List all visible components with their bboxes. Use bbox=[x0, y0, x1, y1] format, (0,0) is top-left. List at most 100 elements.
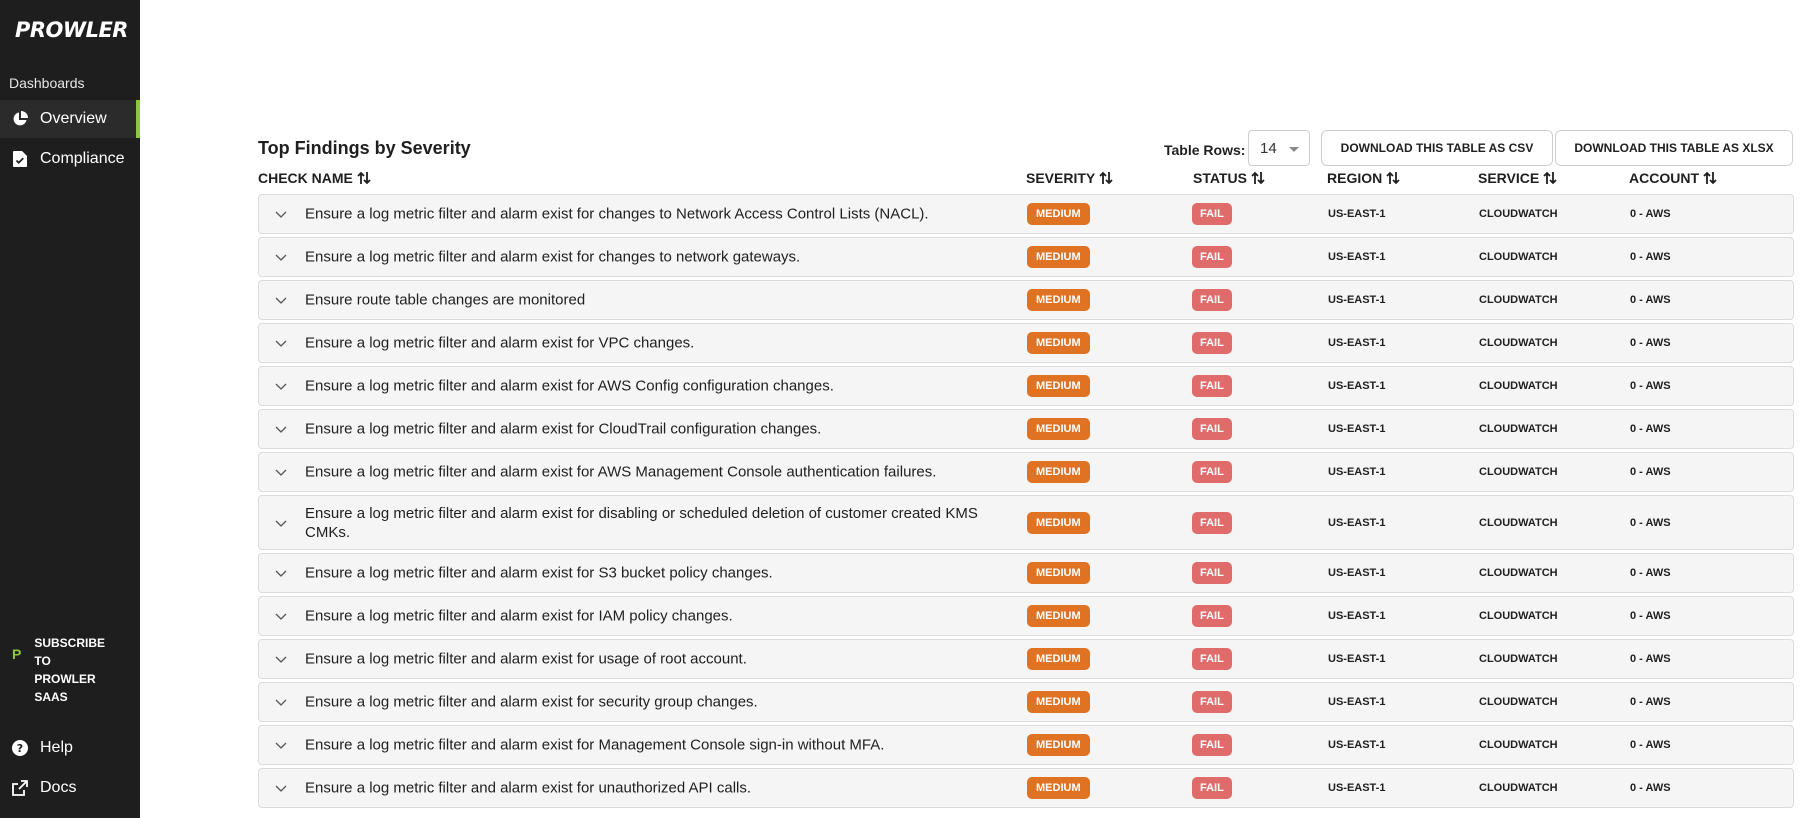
account-cell: 0 - AWS bbox=[1630, 516, 1671, 529]
column-header-region[interactable]: REGION bbox=[1327, 170, 1400, 186]
caret-down-icon bbox=[1289, 147, 1299, 152]
status-badge: FAIL bbox=[1192, 418, 1232, 440]
table-row[interactable]: Ensure route table changes are monitored… bbox=[258, 280, 1794, 320]
findings-table-body: Ensure a log metric filter and alarm exi… bbox=[258, 194, 1794, 811]
region-cell: US-EAST-1 bbox=[1328, 294, 1386, 306]
account-cell: 0 - AWS bbox=[1630, 782, 1671, 794]
sort-icon bbox=[1251, 171, 1265, 185]
region-cell: US-EAST-1 bbox=[1328, 380, 1386, 392]
region-cell: US-EAST-1 bbox=[1328, 208, 1386, 220]
subscribe-saas-link[interactable]: P SUBSCRIBE TO PROWLER SAAS bbox=[12, 634, 124, 706]
chevron-down-icon[interactable] bbox=[275, 423, 287, 435]
page-title: Top Findings by Severity bbox=[258, 138, 471, 158]
table-row[interactable]: Ensure a log metric filter and alarm exi… bbox=[258, 452, 1794, 492]
check-name: Ensure a log metric filter and alarm exi… bbox=[305, 779, 752, 797]
service-cell: CLOUDWATCH bbox=[1479, 380, 1558, 392]
table-row[interactable]: Ensure a log metric filter and alarm exi… bbox=[258, 725, 1794, 765]
table-row[interactable]: Ensure a log metric filter and alarm exi… bbox=[258, 682, 1794, 722]
table-row[interactable]: Ensure a log metric filter and alarm exi… bbox=[258, 768, 1794, 808]
service-cell: CLOUDWATCH bbox=[1479, 696, 1558, 708]
severity-badge: MEDIUM bbox=[1027, 734, 1090, 756]
account-cell: 0 - AWS bbox=[1630, 294, 1671, 306]
column-header-service[interactable]: SERVICE bbox=[1478, 170, 1557, 186]
service-cell: CLOUDWATCH bbox=[1479, 337, 1558, 349]
check-name: Ensure a log metric filter and alarm exi… bbox=[305, 334, 695, 352]
check-name: Ensure a log metric filter and alarm exi… bbox=[305, 420, 822, 438]
check-name: Ensure route table changes are monitored bbox=[305, 291, 586, 309]
region-cell: US-EAST-1 bbox=[1328, 516, 1386, 529]
chevron-down-icon[interactable] bbox=[275, 466, 287, 478]
severity-badge: MEDIUM bbox=[1027, 777, 1090, 799]
table-row[interactable]: Ensure a log metric filter and alarm exi… bbox=[258, 639, 1794, 679]
table-row[interactable]: Ensure a log metric filter and alarm exi… bbox=[258, 194, 1794, 234]
account-cell: 0 - AWS bbox=[1630, 567, 1671, 579]
service-cell: CLOUDWATCH bbox=[1479, 294, 1558, 306]
table-header: CHECK NAME SEVERITY STATUS REGION SERVIC… bbox=[258, 170, 1794, 190]
chevron-down-icon[interactable] bbox=[275, 294, 287, 306]
sort-icon bbox=[1543, 171, 1557, 185]
column-header-status[interactable]: STATUS bbox=[1193, 170, 1265, 186]
column-header-check-name[interactable]: CHECK NAME bbox=[258, 170, 371, 186]
sidebar-item-overview[interactable]: Overview bbox=[0, 100, 140, 138]
prowler-logo[interactable]: PROWLER bbox=[15, 18, 128, 42]
chevron-down-icon[interactable] bbox=[275, 380, 287, 392]
service-cell: CLOUDWATCH bbox=[1479, 251, 1558, 263]
sidebar-item-compliance[interactable]: Compliance bbox=[0, 140, 140, 178]
svg-text:?: ? bbox=[17, 742, 23, 755]
severity-badge: MEDIUM bbox=[1027, 332, 1090, 354]
table-rows-label: Table Rows: bbox=[1164, 142, 1246, 158]
table-row[interactable]: Ensure a log metric filter and alarm exi… bbox=[258, 596, 1794, 636]
chevron-down-icon[interactable] bbox=[275, 337, 287, 349]
status-badge: FAIL bbox=[1192, 246, 1232, 268]
docs-link[interactable]: Docs bbox=[0, 770, 140, 806]
column-header-account[interactable]: ACCOUNT bbox=[1629, 170, 1717, 186]
severity-badge: MEDIUM bbox=[1027, 691, 1090, 713]
severity-badge: MEDIUM bbox=[1027, 289, 1090, 311]
chevron-down-icon[interactable] bbox=[275, 208, 287, 220]
check-name: Ensure a log metric filter and alarm exi… bbox=[305, 463, 937, 481]
severity-badge: MEDIUM bbox=[1027, 461, 1090, 483]
status-badge: FAIL bbox=[1192, 691, 1232, 713]
account-cell: 0 - AWS bbox=[1630, 696, 1671, 708]
chevron-down-icon[interactable] bbox=[275, 653, 287, 665]
table-row[interactable]: Ensure a log metric filter and alarm exi… bbox=[258, 409, 1794, 449]
table-row[interactable]: Ensure a log metric filter and alarm exi… bbox=[258, 495, 1794, 550]
chevron-down-icon[interactable] bbox=[275, 567, 287, 579]
service-cell: CLOUDWATCH bbox=[1479, 610, 1558, 622]
region-cell: US-EAST-1 bbox=[1328, 739, 1386, 751]
table-row[interactable]: Ensure a log metric filter and alarm exi… bbox=[258, 237, 1794, 277]
chevron-down-icon[interactable] bbox=[275, 517, 287, 529]
help-link[interactable]: ? Help bbox=[0, 730, 140, 766]
check-name: Ensure a log metric filter and alarm exi… bbox=[305, 377, 834, 395]
table-rows-select[interactable]: 14 bbox=[1248, 130, 1310, 166]
severity-badge: MEDIUM bbox=[1027, 511, 1090, 534]
document-check-icon bbox=[12, 151, 28, 167]
status-badge: FAIL bbox=[1192, 648, 1232, 670]
service-cell: CLOUDWATCH bbox=[1479, 423, 1558, 435]
chevron-down-icon[interactable] bbox=[275, 610, 287, 622]
download-csv-button[interactable]: DOWNLOAD THIS TABLE AS CSV bbox=[1321, 130, 1553, 166]
status-badge: FAIL bbox=[1192, 375, 1232, 397]
status-badge: FAIL bbox=[1192, 734, 1232, 756]
subscribe-text: SUBSCRIBE TO PROWLER SAAS bbox=[34, 636, 106, 704]
chevron-down-icon[interactable] bbox=[275, 782, 287, 794]
sort-icon bbox=[1099, 171, 1113, 185]
table-row[interactable]: Ensure a log metric filter and alarm exi… bbox=[258, 323, 1794, 363]
check-name: Ensure a log metric filter and alarm exi… bbox=[305, 650, 747, 668]
account-cell: 0 - AWS bbox=[1630, 337, 1671, 349]
prowler-p-icon: P bbox=[12, 646, 22, 662]
download-xlsx-button[interactable]: DOWNLOAD THIS TABLE AS XLSX bbox=[1555, 130, 1793, 166]
chevron-down-icon[interactable] bbox=[275, 696, 287, 708]
table-row[interactable]: Ensure a log metric filter and alarm exi… bbox=[258, 366, 1794, 406]
account-cell: 0 - AWS bbox=[1630, 610, 1671, 622]
service-cell: CLOUDWATCH bbox=[1479, 653, 1558, 665]
region-cell: US-EAST-1 bbox=[1328, 610, 1386, 622]
external-link-icon bbox=[12, 780, 28, 796]
chevron-down-icon[interactable] bbox=[275, 251, 287, 263]
status-badge: FAIL bbox=[1192, 777, 1232, 799]
table-row[interactable]: Ensure a log metric filter and alarm exi… bbox=[258, 553, 1794, 593]
region-cell: US-EAST-1 bbox=[1328, 696, 1386, 708]
table-rows-value: 14 bbox=[1260, 139, 1277, 157]
chevron-down-icon[interactable] bbox=[275, 739, 287, 751]
column-header-severity[interactable]: SEVERITY bbox=[1026, 170, 1113, 186]
